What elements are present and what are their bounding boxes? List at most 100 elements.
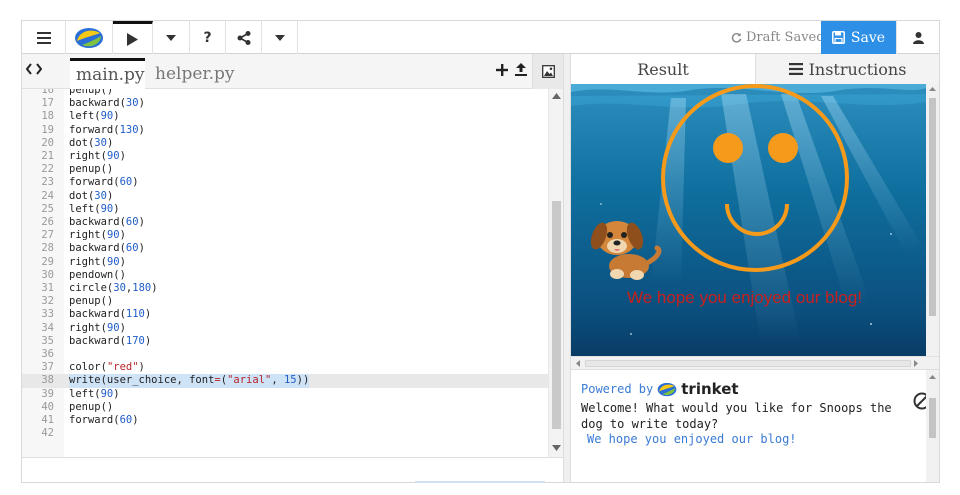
line-number: 17 <box>41 97 54 110</box>
line-number: 29 <box>41 255 54 268</box>
line-number: 36 <box>41 348 54 360</box>
code-line[interactable]: 28 backward(60) <box>22 242 548 255</box>
line-number: 41 <box>41 414 54 426</box>
code-line[interactable]: 32 penup() <box>22 295 548 308</box>
tab-instructions[interactable]: Instructions <box>755 54 939 84</box>
line-code: right(90) <box>69 150 126 162</box>
scroll-down-icon[interactable] <box>552 445 561 451</box>
line-number: 25 <box>41 202 54 215</box>
tab-helper-py[interactable]: helper.py <box>149 58 235 89</box>
code-area[interactable]: 16 penup() 17 backward(30) 18 left(90) 19 forwa… <box>22 89 563 457</box>
line-number: 21 <box>41 150 54 162</box>
editor-scrollbar[interactable] <box>548 89 563 457</box>
line-code: left(90) <box>69 110 120 123</box>
code-line[interactable]: 16 penup() <box>22 89 548 97</box>
code-line[interactable]: 18 left(90) <box>22 110 548 123</box>
code-arrows-icon <box>25 63 43 75</box>
code-line[interactable]: 23 forward(60) <box>22 176 548 189</box>
save-button[interactable]: Save <box>821 21 896 54</box>
focus-indicator <box>415 481 545 483</box>
line-number: 34 <box>41 321 54 334</box>
line-number: 38 <box>41 374 54 387</box>
code-line[interactable]: 20 dot(30) <box>22 137 548 150</box>
code-line[interactable]: 39 left(90) <box>22 388 548 401</box>
image-icon <box>541 65 555 78</box>
line-number: 39 <box>41 387 54 400</box>
draft-status: Draft Saved <box>731 21 825 54</box>
file-actions <box>496 63 527 76</box>
tab-result[interactable]: Result <box>571 54 755 84</box>
help-button[interactable]: ? <box>190 21 226 54</box>
code-line[interactable]: 26 backward(60) <box>22 216 548 229</box>
line-number: 18 <box>41 110 54 123</box>
run-options-dropdown[interactable] <box>153 21 190 54</box>
tab-label: helper.py <box>155 63 235 84</box>
tab-main-py[interactable]: main.py <box>70 58 145 89</box>
powered-by-label: Powered by <box>581 382 654 396</box>
line-code: circle(30,180) <box>69 282 158 294</box>
console-output[interactable]: Powered by trinket Welcome! What would y… <box>571 369 939 482</box>
code-line[interactable]: 34 right(90) <box>22 322 548 335</box>
code-line[interactable]: 40 penup() <box>22 401 548 414</box>
code-line[interactable]: 42 <box>22 427 548 440</box>
line-number: 31 <box>41 282 54 294</box>
line-code: backward(60) <box>69 242 145 255</box>
scroll-up-icon[interactable] <box>926 84 939 94</box>
canvas-horizontal-scrollbar[interactable] <box>571 356 939 369</box>
scroll-up-icon[interactable] <box>926 372 939 382</box>
console-scroll-thumb[interactable] <box>929 398 936 438</box>
canvas-scroll-thumb[interactable] <box>929 98 936 316</box>
code-line[interactable]: 38 write(user_choice, font=("arial", 15)) <box>22 374 548 388</box>
file-tab-bar: main.py helper.py <box>22 54 563 89</box>
share-options-dropdown[interactable] <box>262 21 298 54</box>
pane-splitter[interactable] <box>563 54 571 482</box>
line-number: 24 <box>41 189 54 202</box>
menu-button[interactable] <box>22 21 66 54</box>
share-button[interactable] <box>226 21 262 54</box>
line-code: right(90) <box>69 229 126 242</box>
line-number: 16 <box>41 89 54 96</box>
user-icon <box>912 31 924 44</box>
code-line[interactable]: 41 forward(60) <box>22 414 548 427</box>
canvas-vertical-scrollbar[interactable] <box>926 84 939 386</box>
line-number: 35 <box>41 334 54 347</box>
code-line[interactable]: 22 penup() <box>22 163 548 176</box>
trinket-brand: trinket <box>681 380 739 398</box>
code-line[interactable]: 21 right(90) <box>22 150 548 163</box>
code-line[interactable]: 25 left(90) <box>22 203 548 216</box>
user-menu-button[interactable] <box>896 21 939 54</box>
console-scrollbar[interactable] <box>926 370 939 482</box>
line-number: 32 <box>41 295 54 308</box>
editor-scroll-thumb[interactable] <box>552 201 561 429</box>
powered-by[interactable]: Powered by trinket <box>581 380 739 398</box>
code-line[interactable]: 29 right(90) <box>22 256 548 269</box>
code-line[interactable]: 33 backward(110) <box>22 308 548 321</box>
code-line[interactable]: 36 <box>22 348 548 361</box>
scroll-up-icon[interactable] <box>552 93 561 99</box>
code-line[interactable]: 35 backward(170) <box>22 335 548 348</box>
trinket-logo-button[interactable] <box>66 21 113 54</box>
turtle-canvas: We hope you enjoyed our blog! <box>571 84 939 386</box>
upload-icon[interactable] <box>515 63 527 76</box>
console-prompt: Welcome! What would you like for Snoops … <box>581 401 899 431</box>
result-tabs: Result Instructions <box>571 54 939 84</box>
toggle-files-button[interactable] <box>25 61 43 79</box>
toolbar: ? Draft Saved Save <box>22 21 939 54</box>
add-file-icon[interactable] <box>496 63 508 76</box>
line-number: 40 <box>41 400 54 413</box>
canvas-message: We hope you enjoyed our blog! <box>627 288 863 307</box>
code-line[interactable]: 37 color("red") <box>22 361 548 374</box>
canvas-horizontal-thumb[interactable] <box>585 360 911 367</box>
code-line[interactable]: 31 circle(30,180) <box>22 282 548 295</box>
code-line[interactable]: 19 forward(130) <box>22 124 548 137</box>
line-code: pendown() <box>69 268 126 281</box>
code-line[interactable]: 30 pendown() <box>22 269 548 282</box>
floppy-disk-icon <box>831 31 845 44</box>
run-button[interactable] <box>113 21 153 54</box>
code-line[interactable]: 24 dot(30) <box>22 190 548 203</box>
code-line[interactable]: 17 backward(30) <box>22 97 548 110</box>
share-icon <box>237 30 250 45</box>
help-label: ? <box>203 29 212 46</box>
image-library-button[interactable] <box>532 54 563 89</box>
code-line[interactable]: 27 right(90) <box>22 229 548 242</box>
